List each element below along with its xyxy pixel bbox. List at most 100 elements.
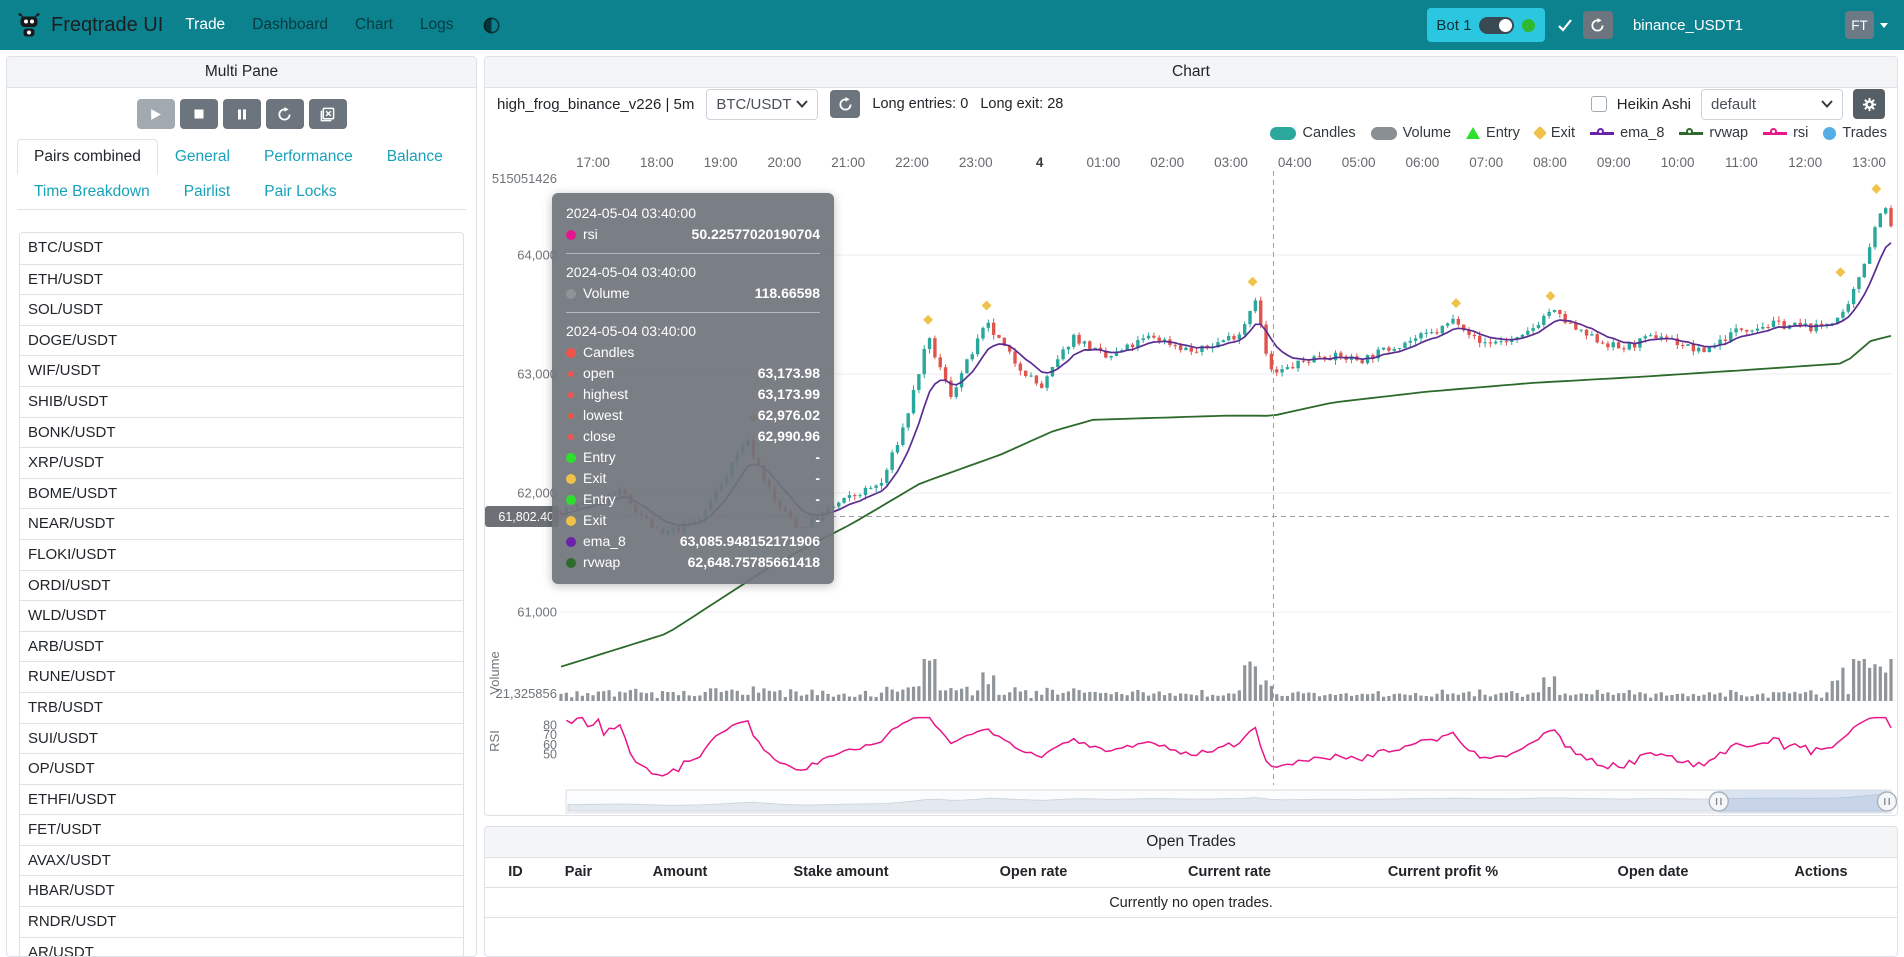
volume-series <box>559 659 1892 701</box>
pause-bot-button[interactable] <box>223 99 261 129</box>
trades-legend-marker-icon <box>1823 127 1836 140</box>
tooltip-row: lowest62,976.02 <box>566 405 820 426</box>
pair-list-item[interactable]: AVAX/USDT <box>20 845 463 876</box>
svg-text:61,000: 61,000 <box>517 605 557 620</box>
refresh-chart-button[interactable] <box>830 90 860 118</box>
pair-list-item[interactable]: AR/USDT <box>20 937 463 957</box>
legend-item-ema_8[interactable]: ema_8 <box>1590 125 1664 141</box>
strategy-timeframe-label: high_frog_binance_v226 | 5m <box>497 96 694 113</box>
tooltip-row: ema_863,085.948152171906 <box>566 531 820 552</box>
open-trades-panel: Open Trades IDPairAmountStake amountOpen… <box>484 826 1898 957</box>
theme-toggle-icon[interactable] <box>483 17 500 34</box>
user-avatar[interactable]: FT <box>1845 11 1874 39</box>
pair-list-item[interactable]: ORDI/USDT <box>20 570 463 601</box>
pair-list-item[interactable]: BONK/USDT <box>20 417 463 448</box>
nav-link-logs[interactable]: Logs <box>420 16 454 34</box>
entry-dot-icon <box>566 495 576 505</box>
chart-panel: Chart high_frog_binance_v226 | 5m BTC/US… <box>484 56 1898 816</box>
svg-text:04:00: 04:00 <box>1278 155 1312 170</box>
clear-chart-button[interactable] <box>309 99 347 129</box>
legend-item-exit[interactable]: Exit <box>1535 125 1575 141</box>
datazoom-right-handle[interactable] <box>1878 792 1897 811</box>
legend-label: Entry <box>1486 125 1520 141</box>
pair-list-item[interactable]: ETH/USDT <box>20 264 463 295</box>
pair-list-item[interactable]: BOME/USDT <box>20 478 463 509</box>
heikin-ashi-checkbox[interactable] <box>1591 96 1607 112</box>
tooltip-row: rsi50.22577020190704 <box>566 224 820 245</box>
nav-link-trade[interactable]: Trade <box>185 16 225 34</box>
legend-label: rsi <box>1793 125 1808 141</box>
ohlc-dot-icon <box>568 392 574 398</box>
legend-item-rvwap[interactable]: rvwap <box>1679 125 1748 141</box>
nav-link-chart[interactable]: Chart <box>355 16 393 34</box>
plot-settings-button[interactable] <box>1853 89 1885 119</box>
column-header-open-rate: Open rate <box>939 858 1128 887</box>
pair-list-item[interactable]: RNDR/USDT <box>20 906 463 937</box>
pair-list-item[interactable]: XRP/USDT <box>20 447 463 478</box>
pair-list-item[interactable]: FET/USDT <box>20 814 463 845</box>
bot-selector-button[interactable]: Bot 1 <box>1427 8 1545 42</box>
pair-list-item[interactable]: WLD/USDT <box>20 600 463 631</box>
pair-list-item[interactable]: RUNE/USDT <box>20 661 463 692</box>
rsi-axis-title: RSI <box>487 730 502 752</box>
tab-general[interactable]: General <box>158 139 247 175</box>
pair-list-item[interactable]: FLOKI/USDT <box>20 539 463 570</box>
legend-item-volume[interactable]: Volume <box>1371 125 1451 141</box>
plot-config-select[interactable]: default <box>1701 89 1843 120</box>
freqtrade-app: Freqtrade UI Trade Dashboard Chart Logs Bot… <box>0 0 1904 957</box>
legend-item-candles[interactable]: Candles <box>1270 125 1355 141</box>
tab-pairlist[interactable]: Pairlist <box>167 174 248 210</box>
tooltip-row: Entry- <box>566 489 820 510</box>
pair-list-item[interactable]: NEAR/USDT <box>20 508 463 539</box>
nav-link-dashboard[interactable]: Dashboard <box>252 16 328 34</box>
pair-list-item[interactable]: SHIB/USDT <box>20 386 463 417</box>
column-header-id: ID <box>491 858 540 887</box>
bot-toggle[interactable] <box>1479 17 1514 34</box>
tab-pairs-combined[interactable]: Pairs combined <box>17 139 158 175</box>
legend-item-entry[interactable]: Entry <box>1466 125 1520 141</box>
pair-list-item[interactable]: DOGE/USDT <box>20 325 463 356</box>
svg-text:12:00: 12:00 <box>1788 155 1822 170</box>
rvwap-legend-marker-icon <box>1679 132 1703 135</box>
svg-text:18:00: 18:00 <box>640 155 674 170</box>
start-bot-button[interactable] <box>137 99 175 129</box>
reload-config-button[interactable] <box>266 99 304 129</box>
chevron-down-icon <box>1821 100 1833 108</box>
pair-list-item[interactable]: SUI/USDT <box>20 723 463 754</box>
tooltip-timestamp: 2024-05-04 03:40:00 <box>566 203 820 224</box>
tab-time-breakdown[interactable]: Time Breakdown <box>17 174 167 210</box>
pause-icon <box>236 108 248 121</box>
legend-item-trades[interactable]: Trades <box>1823 125 1887 141</box>
online-check-icon <box>1557 18 1575 32</box>
pair-list-item[interactable]: OP/USDT <box>20 753 463 784</box>
legend-item-rsi[interactable]: rsi <box>1763 125 1808 141</box>
svg-text:50: 50 <box>543 748 557 762</box>
svg-text:07:00: 07:00 <box>1469 155 1503 170</box>
pair-list-item[interactable]: ARB/USDT <box>20 631 463 662</box>
pair-list-item[interactable]: SOL/USDT <box>20 294 463 325</box>
brand[interactable]: Freqtrade UI <box>16 12 163 38</box>
datazoom-left-handle[interactable] <box>1709 792 1728 811</box>
reload-icon <box>838 97 853 112</box>
pair-list-item[interactable]: TRB/USDT <box>20 692 463 723</box>
column-header-actions: Actions <box>1751 858 1891 887</box>
pair-list-item[interactable]: BTC/USDT <box>20 233 463 264</box>
column-header-current-rate: Current rate <box>1128 858 1331 887</box>
tab-balance[interactable]: Balance <box>370 139 460 175</box>
svg-text:22:00: 22:00 <box>895 155 929 170</box>
pair-list-item[interactable]: WIF/USDT <box>20 355 463 386</box>
bot-label: Bot 1 <box>1436 17 1471 34</box>
pair-select-value: BTC/USDT <box>716 96 791 113</box>
datazoom-slider[interactable] <box>566 790 1897 813</box>
pair-select[interactable]: BTC/USDT <box>706 89 818 120</box>
bot-status-dot <box>1522 19 1535 32</box>
long-entries-count: Long entries: 0 <box>872 96 968 112</box>
pair-list-item[interactable]: ETHFI/USDT <box>20 784 463 815</box>
user-menu-caret-icon[interactable] <box>1880 23 1888 28</box>
pair-list-item[interactable]: HBAR/USDT <box>20 875 463 906</box>
stop-bot-button[interactable] <box>180 99 218 129</box>
tab-performance[interactable]: Performance <box>247 139 370 175</box>
tab-pair-locks[interactable]: Pair Locks <box>247 174 353 210</box>
reload-bot-button[interactable] <box>1583 11 1613 39</box>
svg-text:61,802.40: 61,802.40 <box>498 510 554 524</box>
